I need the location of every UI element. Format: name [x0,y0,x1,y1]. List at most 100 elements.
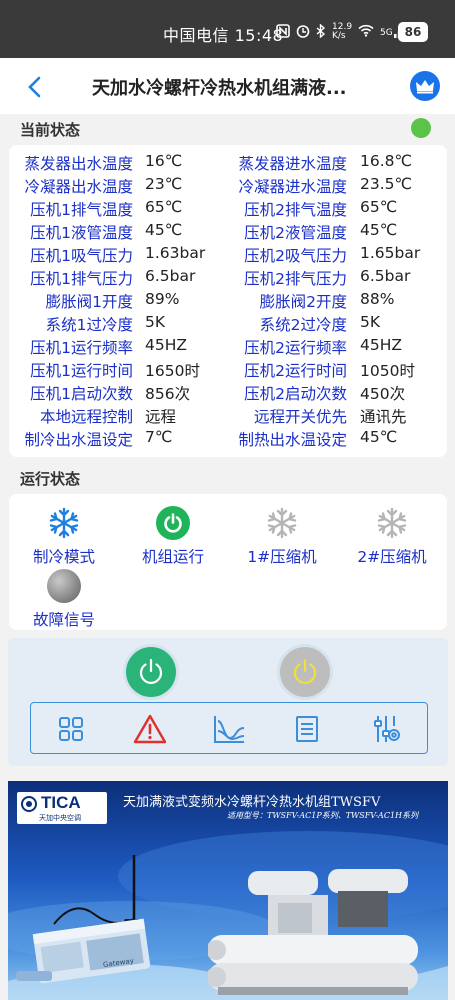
param-row: 压机1排气压力 6.5bar 压机2排气压力 6.5bar [9,267,447,290]
param-value: 16℃ [145,152,183,170]
battery-icon: 86 [398,22,428,42]
param-value: 通讯先 [360,408,407,426]
online-status-indicator [411,118,431,138]
param-value: 1.63bar [145,244,206,262]
param-label: 压机1运行时间 [30,362,133,380]
current-state-card: 蒸发器出水温度 16℃ 蒸发器进水温度 16.8℃ 冷凝器出水温度 23℃ 冷凝器进水温度 2… [9,145,447,457]
param-label: 压机2吸气压力 [244,247,347,265]
param-label: 压机2启动次数 [244,385,347,403]
carrier-time: 中国电信 15:48 [163,26,284,45]
product-banner[interactable]: TICA 天加中央空调 天加满液式变频水冷螺杆冷热水机组TWSFV 适用型号：T… [8,781,448,1000]
param-row: 制冷出水温设定 7℃ 制热出水温设定 45℃ [9,428,447,451]
param-value: 23.5℃ [360,175,412,193]
param-value: 16.8℃ [360,152,412,170]
snowflake-icon [375,506,409,540]
param-value: 88% [360,290,395,308]
param-value: 23℃ [145,175,183,193]
warning-icon [133,714,167,744]
curve-button[interactable] [212,713,245,745]
back-button[interactable] [20,72,50,102]
power-on-button[interactable] [126,647,176,697]
param-value: 7℃ [145,428,173,446]
param-value: 856次 [145,385,191,403]
param-label: 本地远程控制 [39,408,133,426]
net-speed: 12.9 K/s [332,23,352,41]
snowflake-icon [47,506,81,540]
param-value: 45℃ [360,221,398,239]
alarm-button[interactable] [133,713,167,745]
param-value: 1050时 [360,362,415,380]
param-row: 压机1启动次数 856次 压机2启动次数 450次 [9,382,447,405]
unit-running-label: 机组运行 [141,548,204,566]
param-value: 65℃ [360,198,398,216]
current-state-title: 当前状态 [20,121,81,139]
param-value: 45℃ [145,221,183,239]
param-label: 压机2排气压力 [244,270,347,288]
control-panel [8,638,448,766]
snowflake-icon [265,506,299,540]
power-status-icon [156,506,190,540]
net-speed-unit: K/s [332,31,346,41]
param-label: 系统2过冷度 [259,316,347,334]
compressor2-label: 2#压缩机 [357,548,427,566]
param-row: 压机1吸气压力 1.63bar 压机2吸气压力 1.65bar [9,244,447,267]
param-value: 6.5bar [145,267,196,285]
param-value: 6.5bar [360,267,411,285]
param-value: 89% [145,290,180,308]
app-header: 天加水冷螺杆冷热水机组满液... [0,58,455,114]
param-row: 压机1运行频率 45HZ 压机2运行频率 45HZ [9,336,447,359]
nfc-icon [276,23,290,41]
network-type: 5G [380,28,393,38]
vip-crown-button[interactable] [410,71,440,101]
param-label: 冷凝器出水温度 [24,178,133,196]
wifi-icon [358,24,374,40]
param-row: 膨胀阀1开度 89% 膨胀阀2开度 88% [9,290,447,313]
records-button[interactable] [291,713,323,745]
param-value: 45HZ [145,336,187,354]
param-label: 压机1液管温度 [30,224,133,242]
compressor2-status: 2#压缩机 [337,506,447,567]
logo-subtext: 天加中央空调 [39,814,81,822]
fault-signal-label: 故障信号 [32,611,95,629]
overview-button[interactable] [55,713,87,745]
param-label: 制冷出水温设定 [24,431,133,449]
page-title: 天加水冷螺杆冷热水机组满液... [92,78,347,99]
compressor1-label: 1#压缩机 [247,548,317,566]
param-label: 压机2运行时间 [244,362,347,380]
fault-status-icon [47,569,81,603]
param-value: 5K [145,313,166,331]
param-label: 系统1过冷度 [45,316,133,334]
fault-indicator-icon [47,569,81,603]
param-label: 压机2排气温度 [244,201,347,219]
param-label: 压机2液管温度 [244,224,347,242]
status-icons: 12.9 K/s 5G [276,23,408,41]
param-label: 压机1排气压力 [30,270,133,288]
param-value: 5K [360,313,381,331]
status-bar: 中国电信 15:48 12.9 K/s 5G 86 [0,0,455,58]
param-label: 蒸发器进水温度 [238,155,347,173]
power-off-button[interactable] [280,647,330,697]
power-icon [139,658,163,684]
param-label: 压机1吸气压力 [30,247,133,265]
fault-signal-status: 故障信号 [9,569,119,630]
logo-text: TICA [41,793,81,812]
param-value: 450次 [360,385,406,403]
run-state-card: 制冷模式 机组运行 1#压缩机 2#压缩机 故障信号 [9,494,447,630]
settings-button[interactable] [370,713,402,745]
param-row: 系统1过冷度 5K 系统2过冷度 5K [9,313,447,336]
banner-subtitle: 适用型号：TWSFV-AC1P系列、TWSFV-AC1H系列 [227,811,419,820]
banner-title: 天加满液式变频水冷螺杆冷热水机组TWSFV [123,795,381,810]
param-value: 65℃ [145,198,183,216]
unit-running-status: 机组运行 [118,506,228,567]
settings-sliders-icon [374,716,400,742]
param-label: 压机1排气温度 [30,201,133,219]
param-label: 膨胀阀2开度 [259,293,347,311]
param-value: 1650时 [145,362,200,380]
power-icon [293,658,317,684]
param-row: 压机1排气温度 65℃ 压机2排气温度 65℃ [9,198,447,221]
param-label: 冷凝器进水温度 [238,178,347,196]
function-toolbar [30,702,428,754]
chiller-unit-illustration [208,869,418,995]
param-label: 制热出水温设定 [238,431,347,449]
cooling-mode-status: 制冷模式 [9,506,119,567]
